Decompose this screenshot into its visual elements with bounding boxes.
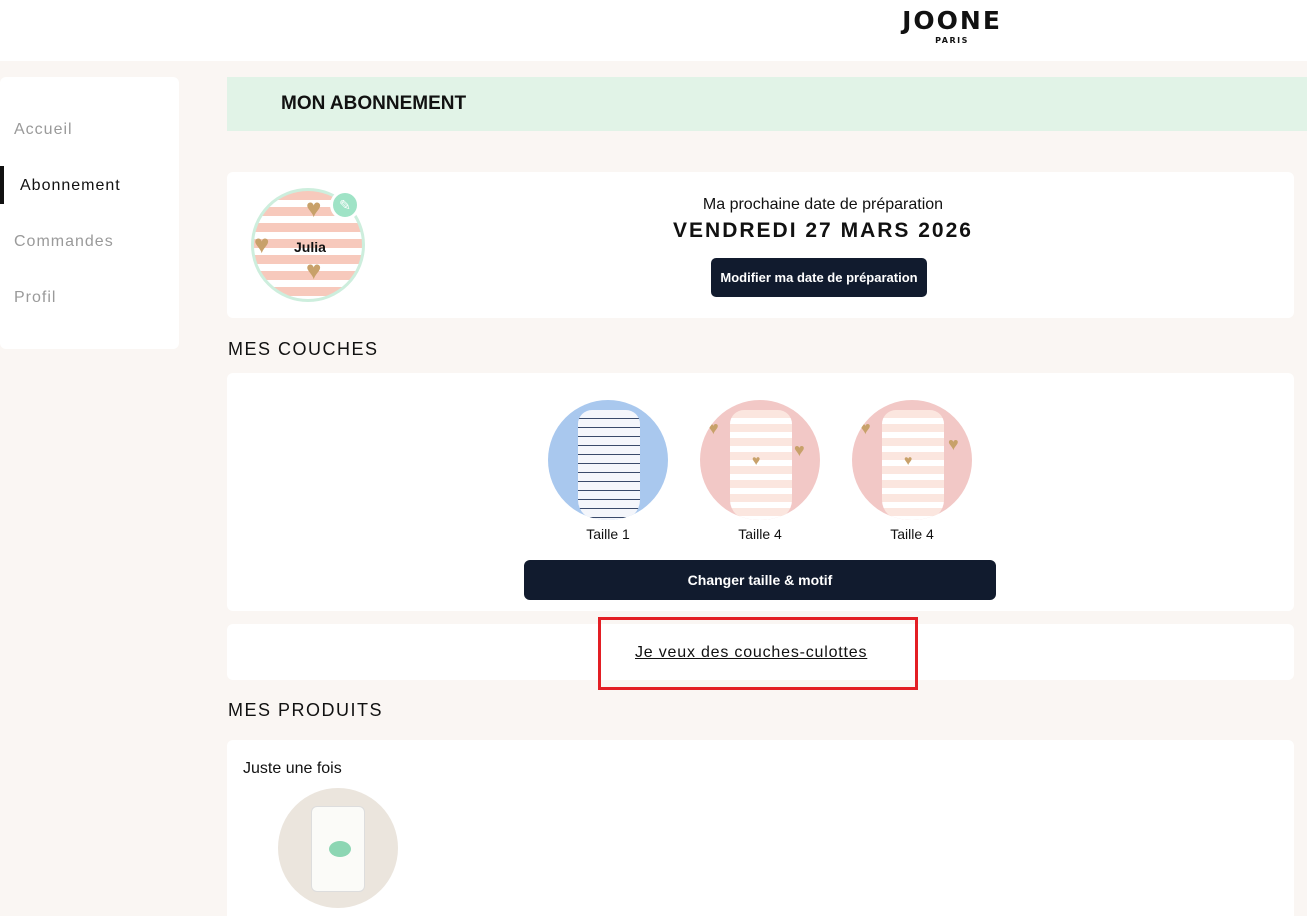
diaper-size-label: Taille 1 (586, 526, 630, 542)
logo-subtitle: PARIS (935, 36, 969, 45)
couches-section-title: MES COUCHES (228, 339, 379, 359)
change-size-motif-button[interactable]: Changer taille & motif (524, 560, 996, 600)
produits-section-title: MES PRODUITS (228, 700, 384, 720)
heart-icon: ♥ (254, 229, 270, 259)
pencil-icon[interactable]: ✎ (330, 190, 360, 220)
active-nav-indicator (0, 166, 4, 204)
diaper-size-label: Taille 4 (890, 526, 934, 542)
diaper-image-taille-4[interactable]: ♥ ♥ ♥ (700, 400, 820, 520)
sidebar-item-accueil[interactable]: Accueil (14, 121, 73, 139)
page-title: MON ABONNEMENT (281, 93, 467, 114)
child-name: Julia (294, 239, 326, 255)
diaper-image-taille-4[interactable]: ♥ ♥ ♥ (852, 400, 972, 520)
preparation-date: VENDREDI 27 MARS 2026 (673, 219, 973, 242)
top-bar: JOONE PARIS (0, 0, 1307, 61)
product-pack (311, 806, 365, 892)
heart-icon: ♥ (752, 452, 761, 468)
diaper-image-taille-1[interactable] (548, 400, 668, 520)
joone-logo[interactable]: JOONE PARIS (896, 6, 1008, 46)
diaper-size-label: Taille 4 (738, 526, 782, 542)
diaper-shape (882, 410, 944, 520)
preparation-card: ♥ ♥ ♥ Julia ✎ Ma prochaine date de prépa… (227, 172, 1294, 318)
heart-icon: ♥ (794, 440, 805, 460)
diaper-shape (578, 410, 640, 520)
page-banner: MON ABONNEMENT (227, 77, 1307, 131)
heart-icon: ♥ (306, 255, 322, 285)
preparation-label: Ma prochaine date de préparation (702, 196, 944, 213)
logo-brand: JOONE (902, 6, 1002, 35)
produits-subtitle: Juste une fois (243, 760, 342, 777)
diaper-shape (730, 410, 792, 520)
sheep-icon (329, 841, 351, 857)
produits-card: Juste une fois (227, 740, 1294, 916)
sidebar: Accueil Abonnement Commandes Profil (0, 77, 179, 349)
product-image[interactable] (278, 788, 398, 908)
highlight-box (598, 617, 918, 690)
modify-preparation-date-button[interactable]: Modifier ma date de préparation (711, 258, 927, 297)
heart-icon: ♥ (948, 434, 959, 454)
sidebar-item-abonnement[interactable]: Abonnement (20, 177, 121, 195)
heart-icon: ♥ (708, 418, 719, 438)
heart-icon: ♥ (904, 452, 913, 468)
heart-icon: ♥ (306, 193, 322, 223)
sidebar-item-profil[interactable]: Profil (14, 289, 56, 307)
heart-icon: ♥ (860, 418, 871, 438)
couches-card: Taille 1 ♥ ♥ ♥ Taille 4 ♥ ♥ ♥ Taille 4 C… (227, 373, 1294, 611)
sidebar-item-commandes[interactable]: Commandes (14, 233, 114, 251)
